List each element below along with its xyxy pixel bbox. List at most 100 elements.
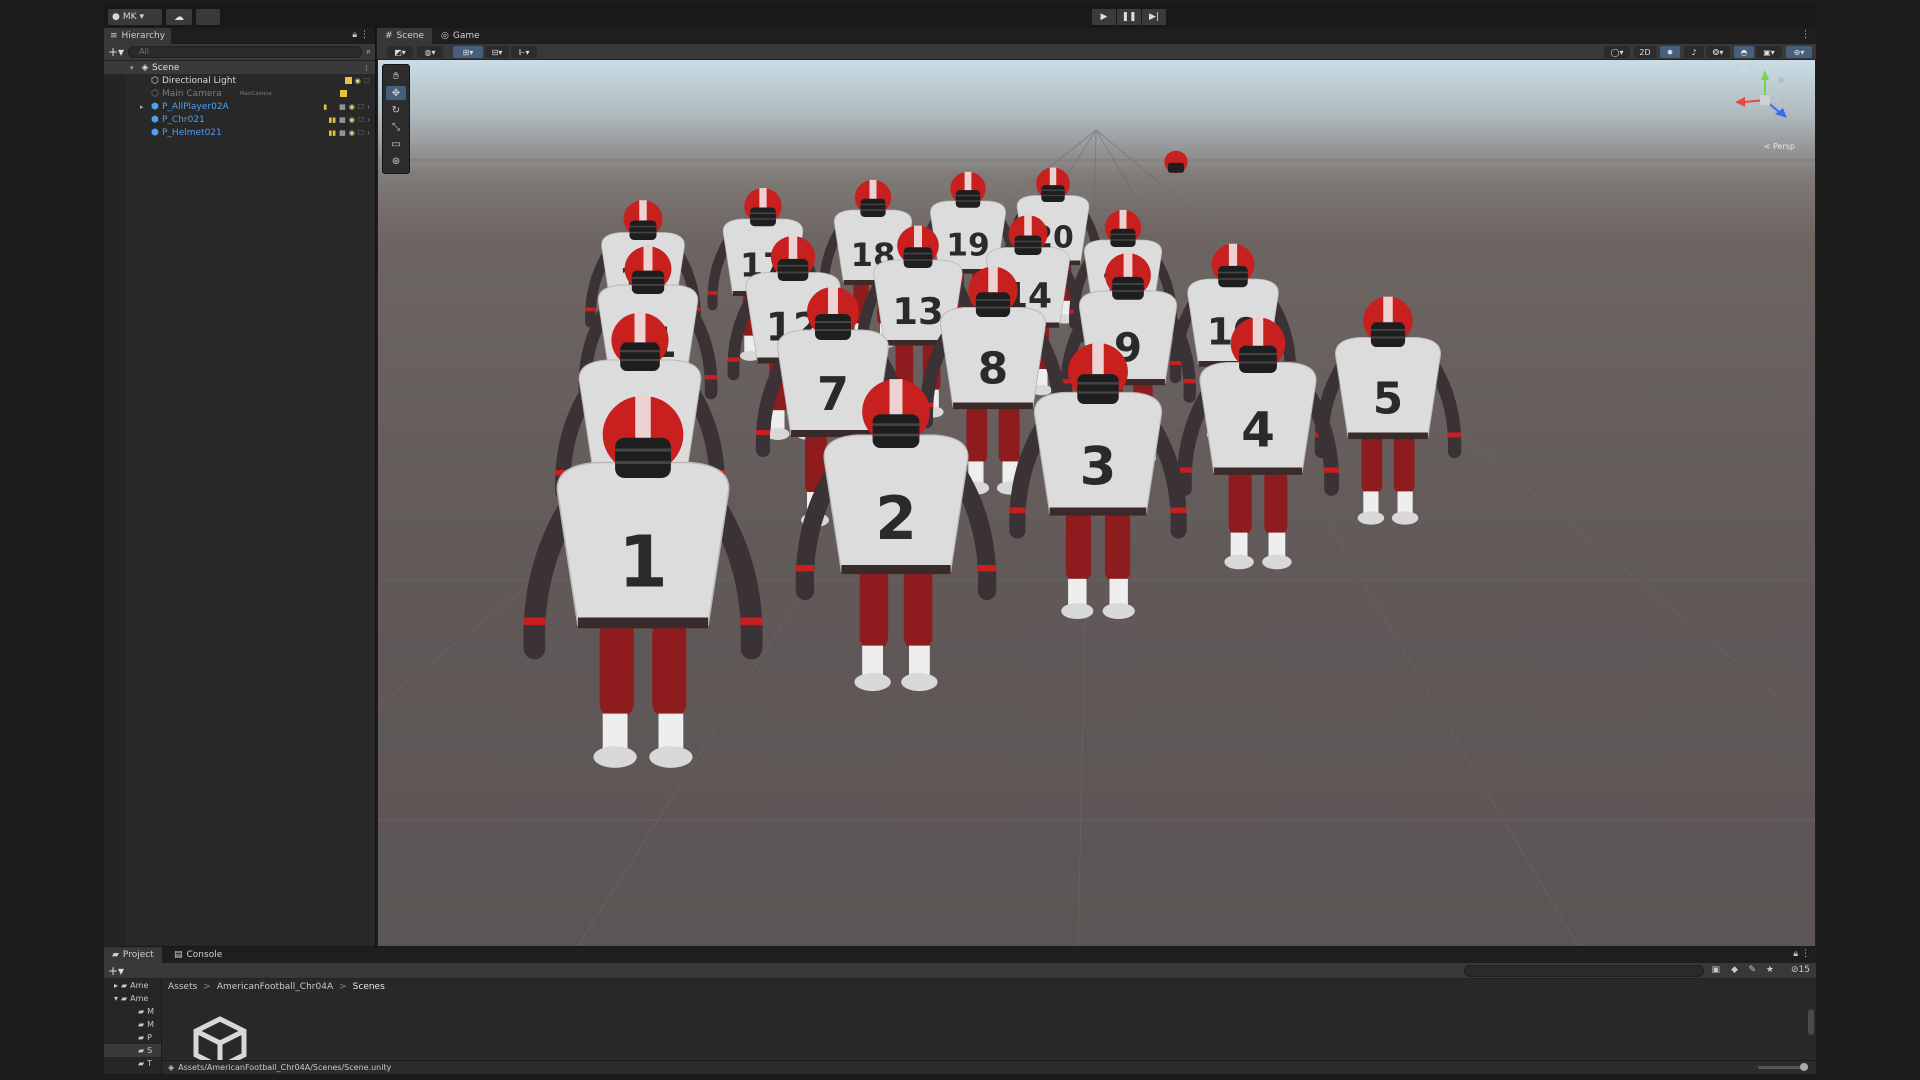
tree-item[interactable]: ▸ ▰ Ame <box>104 979 161 992</box>
chevron-right-icon[interactable]: › <box>367 103 370 111</box>
scene-viewport[interactable]: 2019181716151413121011987546321 ✋︎ ✥ ↻ ⤡… <box>378 60 1815 946</box>
tree-item-label: T <box>147 1059 153 1068</box>
tree-item[interactable]: ▰ M <box>104 1005 161 1018</box>
project-scrollbar[interactable] <box>1808 999 1814 1047</box>
pickable-hand-icon[interactable]: ☐ <box>358 103 364 111</box>
helmet-stripe <box>1024 215 1032 238</box>
tree-item[interactable]: ▾ ▰ Ame <box>104 992 161 1005</box>
player-shoe <box>1102 602 1135 620</box>
visibility-eye-icon[interactable]: ◉ <box>349 103 355 111</box>
hierarchy-item-main-camera[interactable]: ⬡ Main Camera MainCamera <box>104 87 375 100</box>
pickable-hand-icon[interactable]: ☐ <box>364 77 370 85</box>
football-players: 2019181716151413121011987546321 <box>523 150 1462 768</box>
scene-menu-icon[interactable]: ⋮ <box>363 64 370 72</box>
hierarchy-search-input[interactable]: All <box>128 46 362 58</box>
pickable-hand-icon[interactable]: ☐ <box>358 116 364 124</box>
collab-button[interactable] <box>196 9 220 25</box>
search-by-tag-icon[interactable]: ✎ <box>1748 965 1756 975</box>
play-button[interactable]: ▶ <box>1092 9 1116 25</box>
hidden-count: 15 <box>1798 965 1810 975</box>
favorite-icon[interactable]: ★ <box>1766 965 1774 975</box>
snap-increment-dropdown[interactable]: ⊩▾ <box>511 46 537 58</box>
chevron-down-icon: ▾ <box>139 12 145 22</box>
chevron-right-icon[interactable]: › <box>367 129 370 137</box>
grid-snap-dropdown[interactable]: ⊟▾ <box>485 46 509 58</box>
move-tool-button[interactable]: ✥ <box>386 86 406 100</box>
breadcrumb-item[interactable]: AmericanFootball_Chr04A <box>217 982 333 992</box>
create-button[interactable]: +▾ <box>108 45 124 59</box>
scene-row[interactable]: ▾ ◈ Scene ⋮ <box>104 61 375 74</box>
search-options-icon[interactable]: ⌕ <box>366 47 371 57</box>
player-facemask <box>955 190 981 208</box>
expand-arrow-icon[interactable]: ▾ <box>130 64 134 72</box>
hierarchy-item-directional-light[interactable]: ⬡ Directional Light ◉ ☐ <box>104 74 375 87</box>
shading-dropdown[interactable]: ◍▾ <box>417 46 443 58</box>
draw-mode-dropdown[interactable]: ◩▾ <box>387 46 413 58</box>
kebab-menu-icon[interactable]: ⋮ <box>1801 949 1810 959</box>
player-wristband <box>727 357 740 362</box>
tree-item[interactable]: ▰ M <box>104 1018 161 1031</box>
tab-scene[interactable]: # Scene <box>377 28 432 44</box>
toggle-2d-button[interactable]: 2D <box>1634 46 1656 58</box>
hierarchy-item-label: P_AllPlayer02A <box>162 101 229 112</box>
breadcrumb-item[interactable]: Assets <box>168 982 197 992</box>
player-wristband <box>1183 379 1196 384</box>
search-by-label-icon[interactable]: ◆ <box>1731 965 1738 975</box>
tab-project[interactable]: ▰ Project <box>104 947 162 963</box>
x-axis-icon[interactable] <box>1735 97 1745 107</box>
scale-tool-button[interactable]: ⤡ <box>386 120 406 134</box>
y-axis-icon[interactable] <box>1761 70 1769 80</box>
kebab-menu-icon[interactable]: ⋮ <box>1801 30 1810 40</box>
lock-icon[interactable]: 🔒︎ <box>1793 949 1798 959</box>
tree-item[interactable]: ▰ T <box>104 1057 161 1070</box>
unity-editor: ● MK ▾ ☁ ▶ ❚❚ ▶| ≡ Hierarchy 🔒︎ ⋮ +▾ All… <box>104 6 1816 1074</box>
helmet-prop[interactable] <box>1164 150 1188 174</box>
chevron-right-icon[interactable]: › <box>367 116 370 124</box>
step-button[interactable]: ▶| <box>1142 9 1166 25</box>
scene-tab-label: Scene <box>396 31 424 41</box>
hierarchy-item-helmet021[interactable]: ⬢ P_Helmet021 ▮▮ ▦ ◉ ☐ › <box>104 126 375 139</box>
pivot-dropdown[interactable]: ⊞▾ <box>453 46 483 58</box>
kebab-menu-icon[interactable]: ⋮ <box>360 30 369 40</box>
tree-item[interactable]: ▰ P <box>104 1031 161 1044</box>
account-dropdown[interactable]: ● MK ▾ <box>108 9 162 25</box>
rect-tool-button[interactable]: ▭ <box>386 137 406 151</box>
visibility-eye-icon[interactable]: ◉ <box>349 129 355 137</box>
hierarchy-item-allplayer[interactable]: ▸ ⬢ P_AllPlayer02A ▮ ▦ ◉ ☐ › <box>104 100 375 113</box>
search-by-type-icon[interactable]: ▣ <box>1711 965 1720 975</box>
audio-toggle[interactable]: ♪ <box>1684 46 1704 58</box>
tab-console[interactable]: ▤ Console <box>166 947 230 963</box>
icon-size-slider[interactable] <box>1758 1063 1808 1071</box>
project-search-input[interactable] <box>1464 965 1704 977</box>
player-facemask <box>1077 374 1119 404</box>
visibility-eye-icon[interactable]: ◉ <box>355 77 361 85</box>
hierarchy-item-chr021[interactable]: ⬢ P_Chr021 ▮▮ ▦ ◉ ☐ › <box>104 113 375 126</box>
player-facemask <box>815 314 851 340</box>
scene-tab-bar: # Scene ◎ Game ⋮ <box>377 28 1816 44</box>
pickable-hand-icon[interactable]: ☐ <box>358 129 364 137</box>
hidden-objects-toggle[interactable]: ◓ <box>1734 46 1754 58</box>
expand-arrow-icon[interactable]: ▸ <box>140 103 144 111</box>
effects-dropdown[interactable]: ❂▾ <box>1706 46 1730 58</box>
tab-game[interactable]: ◎ Game <box>433 28 488 44</box>
tree-item-selected[interactable]: ▰ S <box>104 1044 161 1057</box>
scale-icon: ⤡ <box>392 121 400 133</box>
projection-label[interactable]: < Persp <box>1764 142 1795 151</box>
orientation-gizmo[interactable] <box>1731 66 1801 142</box>
cloud-button[interactable]: ☁ <box>166 9 192 25</box>
hidden-packages-toggle[interactable]: ⊘15 <box>1791 965 1810 975</box>
console-icon: ▤ <box>174 950 183 960</box>
camera-settings-dropdown[interactable]: ▣▾ <box>1756 46 1782 58</box>
visibility-eye-icon[interactable]: ◉ <box>349 116 355 124</box>
hand-tool-button[interactable]: ✋︎ <box>386 69 406 83</box>
pause-button[interactable]: ❚❚ <box>1117 9 1141 25</box>
create-asset-button[interactable]: +▾ <box>108 964 124 978</box>
gizmos-dropdown[interactable]: ⊕▾ <box>1786 46 1812 58</box>
rotate-tool-button[interactable]: ↻ <box>386 103 406 117</box>
render-mode-dropdown[interactable]: ◯▾ <box>1604 46 1630 58</box>
breadcrumb-item[interactable]: Scenes <box>353 982 385 992</box>
transform-tool-button[interactable]: ⊛ <box>386 154 406 168</box>
lighting-toggle[interactable]: ✸ <box>1660 46 1680 58</box>
lock-icon[interactable]: 🔒︎ <box>352 30 357 40</box>
tab-hierarchy[interactable]: ≡ Hierarchy <box>104 28 172 44</box>
